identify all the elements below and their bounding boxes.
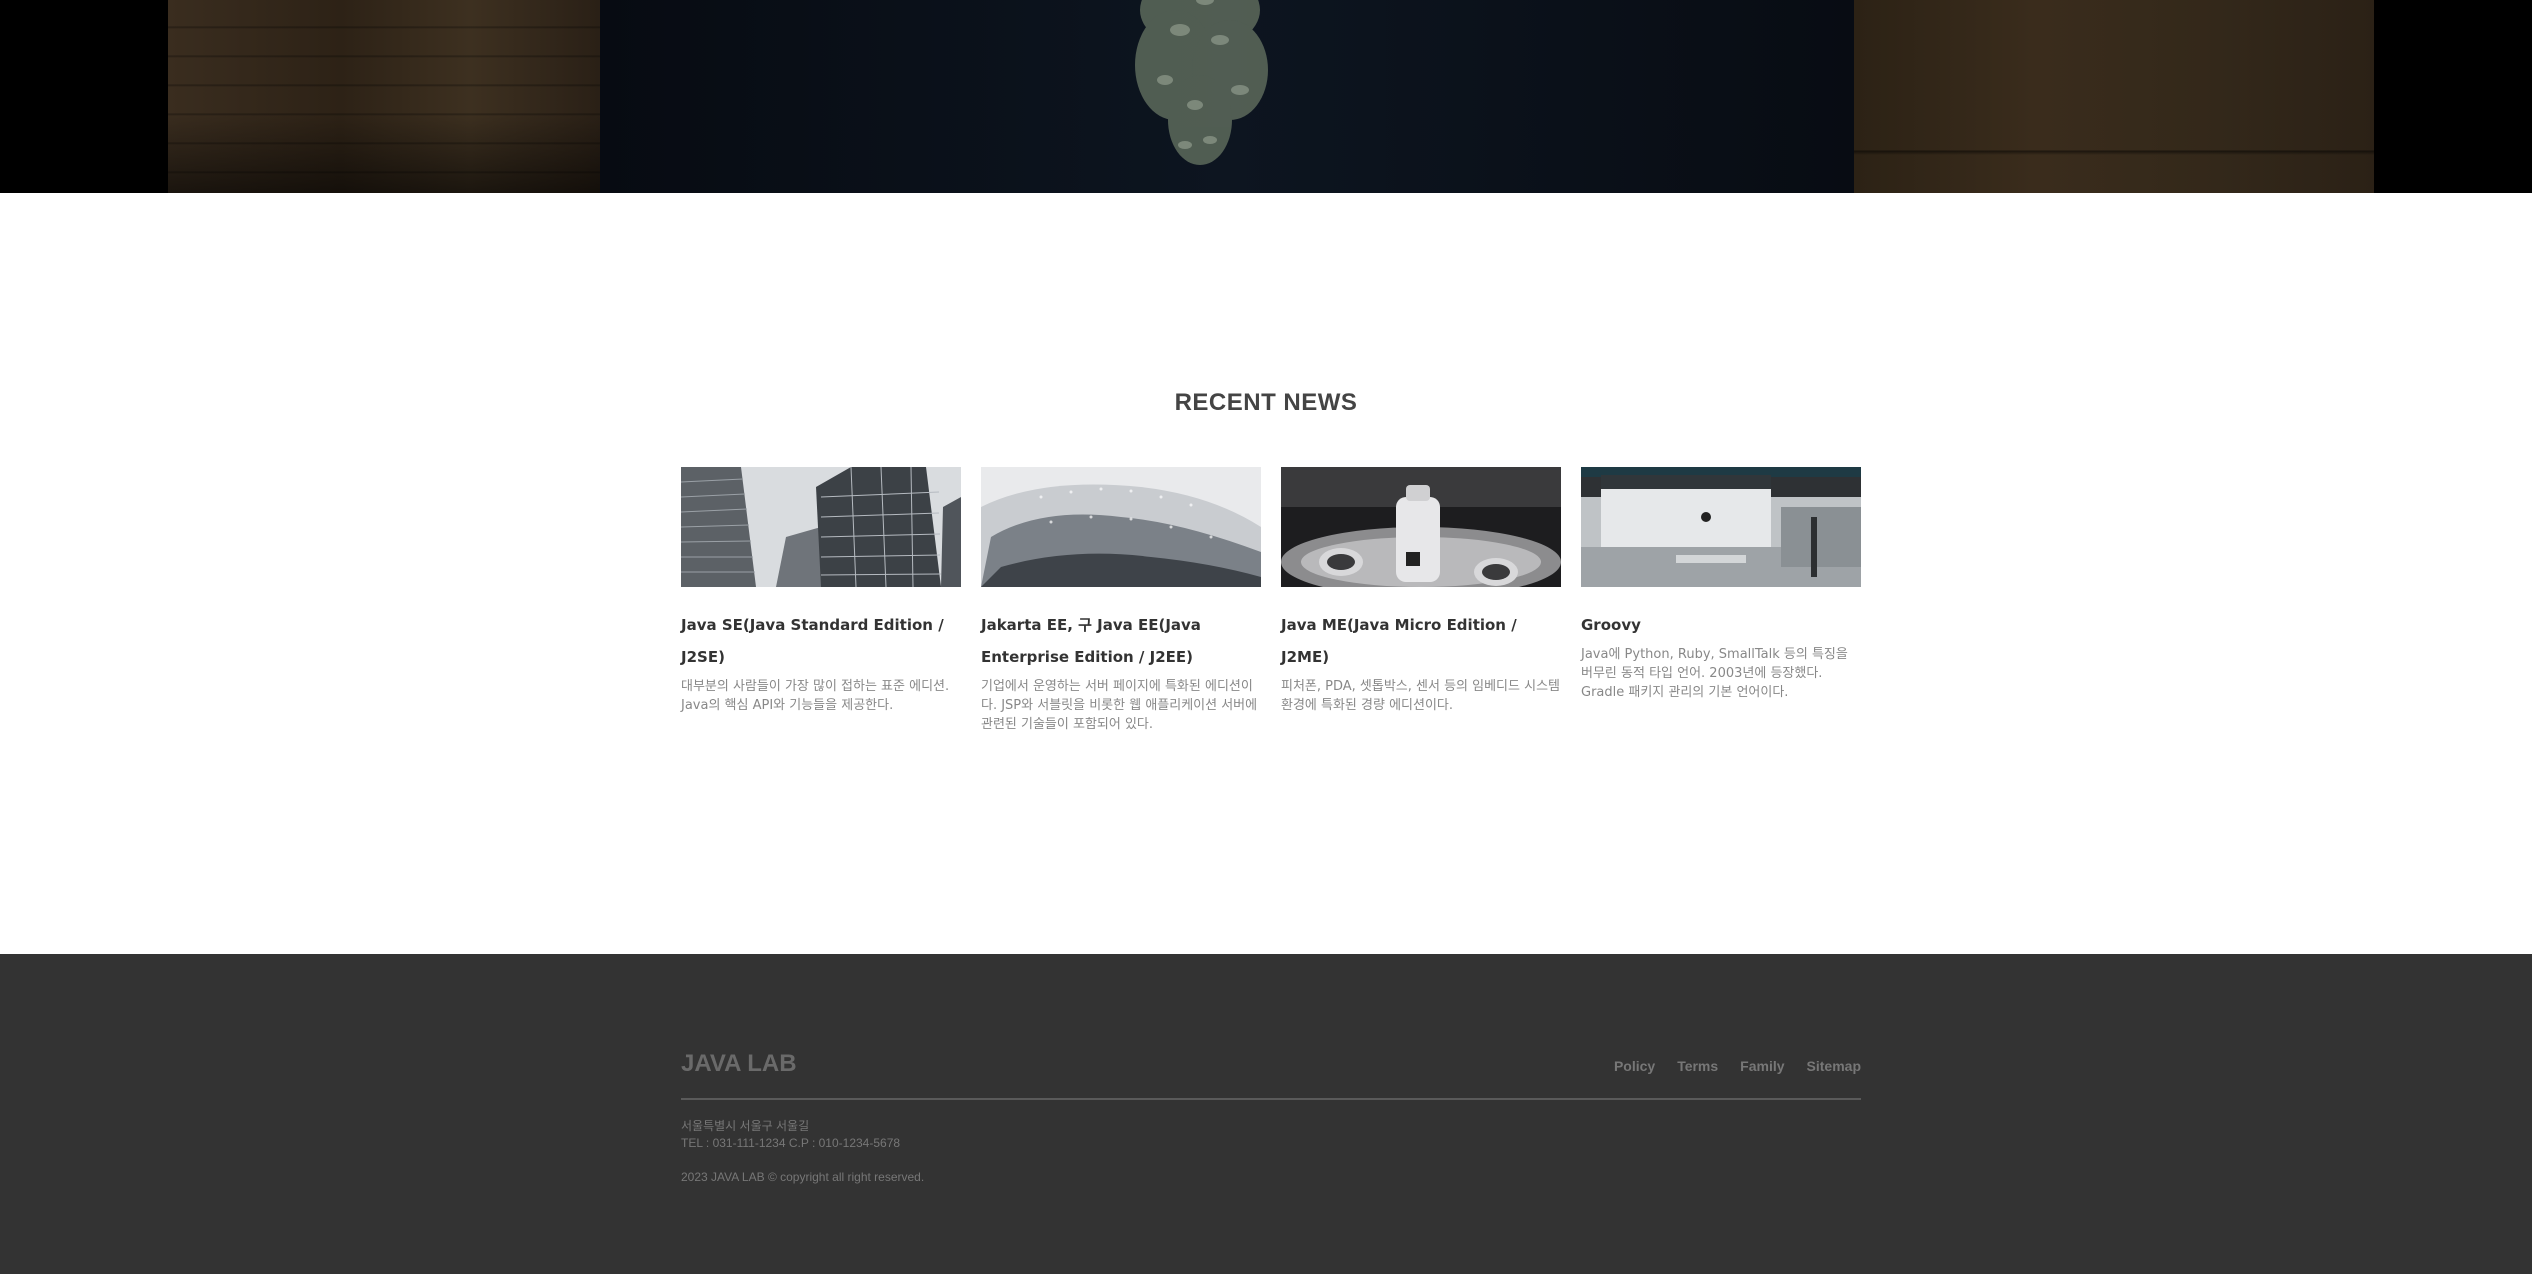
news-card[interactable]: Java SE(Java Standard Edition / J2SE) 대부…: [681, 467, 961, 734]
news-card[interactable]: Jakarta EE, 구 Java EE(Java Enterprise Ed…: [981, 467, 1261, 734]
news-card-title[interactable]: Jakarta EE, 구 Java EE(Java Enterprise Ed…: [981, 609, 1261, 673]
architecture-thumbnail: [981, 467, 1261, 587]
news-card-title[interactable]: Java ME(Java Micro Edition / J2ME): [1281, 609, 1561, 673]
footer-phone: TEL : 031-111-1234 C.P : 010-1234-5678: [681, 1136, 901, 1150]
footer-link-terms[interactable]: Terms: [1677, 1058, 1718, 1074]
footer-copyright: 2023 JAVA LAB © copyright all right rese…: [681, 1170, 925, 1184]
news-card-description: 대부분의 사람들이 가장 많이 접하는 표준 에디션. Java의 핵심 API…: [681, 679, 950, 713]
news-card[interactable]: Groovy Java에 Python, Ruby, SmallTalk 등의 …: [1581, 467, 1861, 734]
footer-link-sitemap[interactable]: Sitemap: [1807, 1058, 1861, 1074]
footer-logo[interactable]: JAVA LAB: [681, 1050, 797, 1078]
site-footer: JAVA LAB Policy Terms Family Sitemap 서울특…: [0, 954, 2532, 1274]
news-card-description: 피처폰, PDA, 셋톱박스, 센서 등의 임베디드 시스템 환경에 특화된 경…: [1281, 679, 1560, 713]
recent-news-section: RECENT NEWS Java SE(Java Standard Editio…: [0, 193, 2532, 954]
computer-desk-thumbnail: [1581, 467, 1861, 587]
footer-address: 서울특별시 서울구 서울길: [681, 1119, 810, 1133]
footer-link-family[interactable]: Family: [1740, 1058, 1784, 1074]
news-card-description: Java에 Python, Ruby, SmallTalk 등의 특징을 버무린…: [1581, 647, 1848, 700]
hero-wood-right: [1854, 0, 2374, 193]
news-card-description: 기업에서 운영하는 서버 페이지에 특화된 에디션이다. JSP와 서블릿을 비…: [981, 679, 1258, 732]
news-card-list: Java SE(Java Standard Edition / J2SE) 대부…: [681, 467, 1861, 734]
footer-divider: [681, 1098, 1861, 1100]
news-card-title[interactable]: Groovy: [1581, 609, 1861, 641]
news-card[interactable]: Java ME(Java Micro Edition / J2ME) 피처폰, …: [1281, 467, 1561, 734]
hero-banner: [0, 0, 2532, 193]
hero-wood-left: [168, 0, 600, 193]
section-title: RECENT NEWS: [1174, 389, 1358, 416]
news-card-title[interactable]: Java SE(Java Standard Edition / J2SE): [681, 609, 961, 673]
footer-contact-info: 서울특별시 서울구 서울길 TEL : 031-111-1234 C.P : 0…: [681, 1118, 900, 1152]
buildings-thumbnail: [681, 467, 961, 587]
footer-nav: Policy Terms Family Sitemap: [1614, 1058, 1861, 1074]
footer-link-policy[interactable]: Policy: [1614, 1058, 1655, 1074]
bottles-thumbnail: [1281, 467, 1561, 587]
plant-image: [1135, 0, 1268, 165]
